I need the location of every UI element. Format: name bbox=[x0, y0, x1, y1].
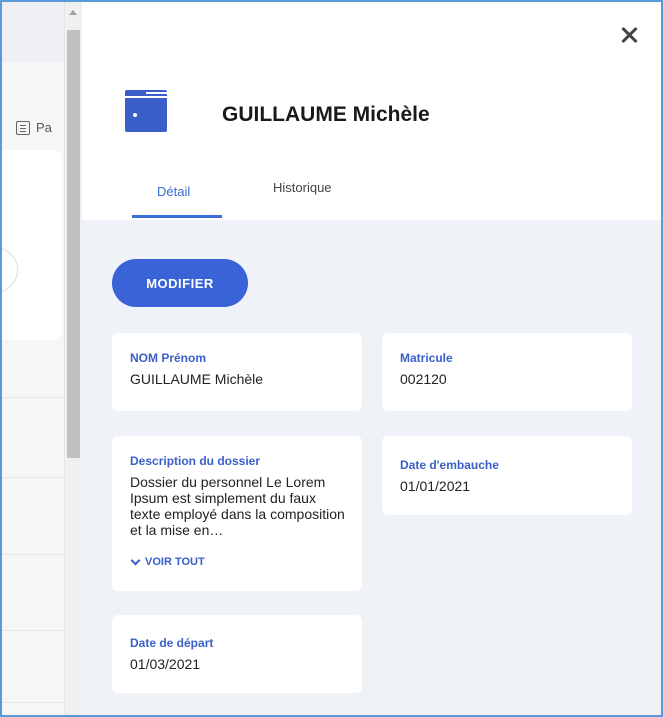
field-card-nom: NOM Prénom GUILLAUME Michèle bbox=[112, 333, 362, 411]
document-icon bbox=[16, 120, 30, 135]
detail-drawer: GUILLAUME Michèle Détail Historique MODI… bbox=[82, 2, 661, 715]
field-label: NOM Prénom bbox=[130, 351, 207, 365]
chevron-down-icon bbox=[130, 555, 141, 565]
field-label: Description du dossier bbox=[130, 454, 261, 468]
background-divider bbox=[2, 702, 66, 703]
background-topbar bbox=[2, 2, 66, 62]
field-value: 002120 bbox=[400, 371, 447, 387]
background-page: Pa bbox=[2, 2, 66, 715]
voir-tout-link[interactable]: VOIR TOUT bbox=[130, 555, 344, 568]
vertical-scrollbar[interactable] bbox=[64, 2, 82, 715]
background-divider bbox=[2, 554, 66, 555]
folder-icon bbox=[125, 90, 167, 132]
field-label: Date d'embauche bbox=[400, 458, 499, 472]
background-divider bbox=[2, 477, 66, 478]
app-frame: Pa GUILLAUME Michèle Détail Historique M… bbox=[0, 0, 663, 717]
drawer-header: GUILLAUME Michèle Détail Historique bbox=[82, 2, 661, 220]
field-card-description: Description du dossier Dossier du person… bbox=[112, 436, 362, 591]
tab-bar: Détail Historique bbox=[132, 170, 432, 220]
field-card-matricule: Matricule 002120 bbox=[382, 333, 632, 411]
field-label: Matricule bbox=[400, 351, 453, 365]
scroll-up-arrow-icon[interactable] bbox=[69, 10, 77, 15]
field-value: GUILLAUME Michèle bbox=[130, 371, 264, 387]
background-partial-link-label: Pa bbox=[36, 120, 52, 135]
active-tab-indicator bbox=[132, 215, 222, 218]
field-label: Date de départ bbox=[130, 636, 214, 650]
background-divider bbox=[2, 397, 66, 398]
background-card bbox=[2, 150, 62, 340]
field-value: 01/01/2021 bbox=[400, 478, 471, 494]
tab-detail[interactable]: Détail bbox=[157, 184, 190, 199]
field-card-embauche: Date d'embauche 01/01/2021 bbox=[382, 436, 632, 515]
field-card-depart: Date de départ 01/03/2021 bbox=[112, 615, 362, 693]
close-icon[interactable] bbox=[616, 22, 642, 48]
background-divider bbox=[2, 630, 66, 631]
drawer-title: GUILLAUME Michèle bbox=[222, 103, 430, 126]
voir-tout-label: VOIR TOUT bbox=[145, 556, 205, 568]
scrollbar-thumb[interactable] bbox=[67, 30, 80, 458]
field-value: Dossier du personnel Le Lorem Ipsum est … bbox=[130, 474, 345, 538]
background-partial-link[interactable]: Pa bbox=[16, 120, 52, 135]
tab-historique[interactable]: Historique bbox=[273, 180, 332, 195]
field-value: 01/03/2021 bbox=[130, 656, 201, 672]
modify-button[interactable]: MODIFIER bbox=[112, 259, 248, 307]
